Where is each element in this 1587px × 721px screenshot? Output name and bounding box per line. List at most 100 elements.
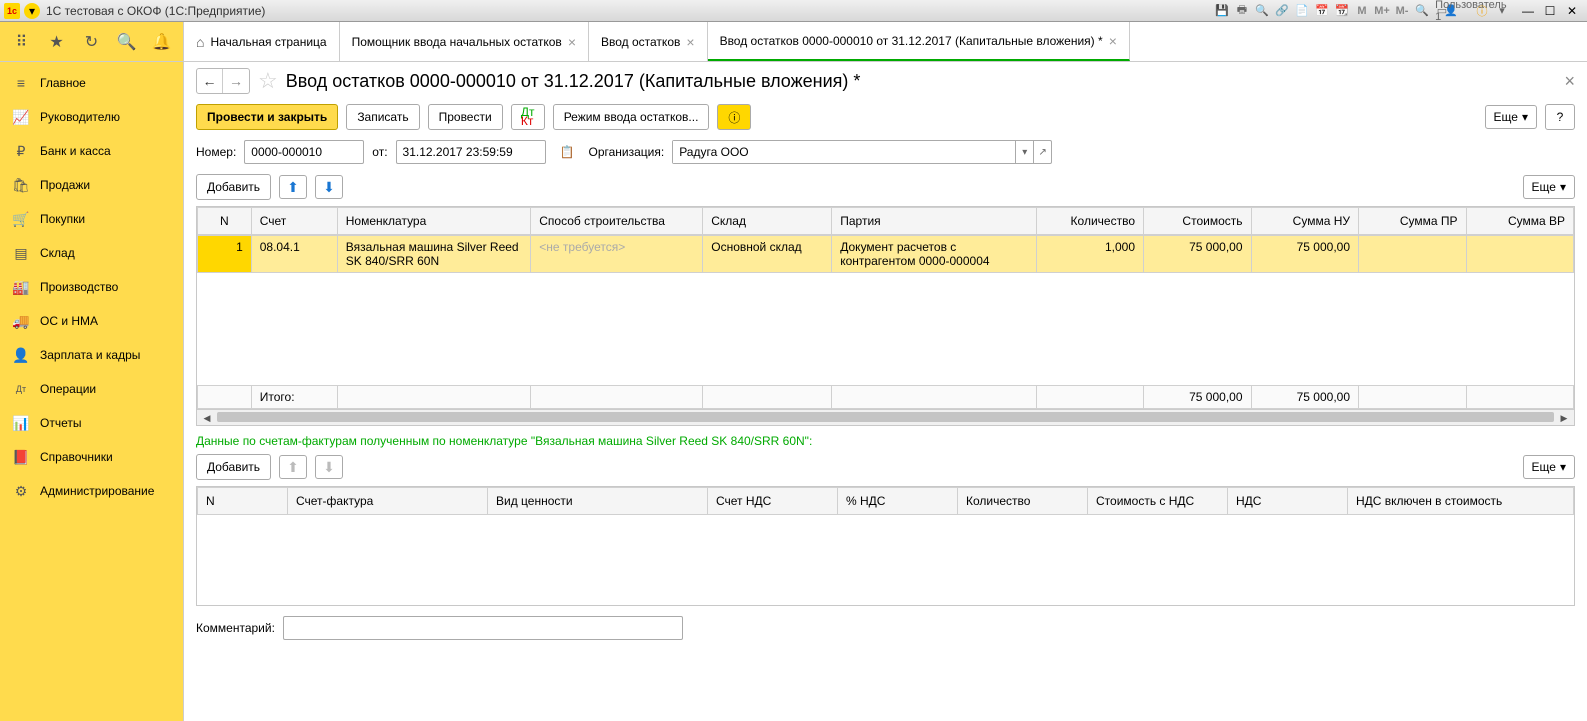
dropdown-icon[interactable]: ▾	[1015, 141, 1033, 163]
tool-icon-save[interactable]: 💾	[1213, 2, 1231, 20]
sidebar-item-purchases[interactable]: 🛒Покупки	[0, 202, 183, 236]
col-sum-nu[interactable]: Сумма НУ	[1251, 208, 1359, 235]
maximize-button[interactable]: ☐	[1539, 3, 1561, 19]
col-qty[interactable]: Количество	[1036, 208, 1144, 235]
user-label[interactable]: 👤 Пользователь 1	[1453, 2, 1471, 20]
org-input[interactable]	[673, 141, 1015, 163]
add-row2-button[interactable]: Добавить	[196, 454, 271, 480]
col-construction[interactable]: Способ строительства	[531, 208, 703, 235]
dropdown-icon[interactable]: ▾	[1493, 2, 1511, 20]
tab-close-icon[interactable]: ×	[686, 34, 694, 50]
tool-icon-link[interactable]: 🔗	[1273, 2, 1291, 20]
bell-icon[interactable]: 🔔	[151, 31, 173, 53]
table2-body[interactable]	[197, 515, 1574, 605]
scroll-thumb[interactable]	[217, 412, 1554, 422]
col-account[interactable]: Счет	[251, 208, 337, 235]
col-warehouse[interactable]: Склад	[703, 208, 832, 235]
tool-icon-date[interactable]: 📆	[1333, 2, 1351, 20]
date-input[interactable]	[396, 140, 546, 164]
col2-nds-included[interactable]: НДС включен в стоимость	[1348, 488, 1574, 515]
info-button[interactable]: ⓘ	[717, 104, 751, 130]
sidebar-item-main[interactable]: ≡Главное	[0, 66, 183, 100]
table-body[interactable]: 1 08.04.1 Вязальная машина Silver Reed S…	[197, 235, 1574, 385]
col2-cost-nds[interactable]: Стоимость с НДС	[1088, 488, 1228, 515]
tab-helper[interactable]: Помощник ввода начальных остатков ×	[340, 22, 589, 61]
tab-vvod-ostatkov[interactable]: Ввод остатков ×	[589, 22, 708, 61]
tool-m[interactable]: M	[1353, 2, 1371, 20]
sidebar-item-references[interactable]: 📕Справочники	[0, 440, 183, 474]
sidebar-item-reports[interactable]: 📊Отчеты	[0, 406, 183, 440]
scroll-right-icon[interactable]: ▶	[1556, 410, 1572, 426]
nomer-input[interactable]	[244, 140, 364, 164]
move-down-button[interactable]: ⬇	[315, 175, 343, 199]
search-icon[interactable]: 🔍	[116, 31, 138, 53]
horizontal-scrollbar[interactable]: ◀ ▶	[197, 409, 1574, 425]
tool-icon-doc[interactable]: 📄	[1293, 2, 1311, 20]
tool-icon-calendar[interactable]: 📅	[1313, 2, 1331, 20]
col-cost[interactable]: Стоимость	[1144, 208, 1252, 235]
sidebar-item-production[interactable]: 🏭Производство	[0, 270, 183, 304]
zapisat-button[interactable]: Записать	[346, 104, 419, 130]
close-page-button[interactable]: ×	[1564, 71, 1575, 92]
sidebar-item-warehouse[interactable]: ▤Склад	[0, 236, 183, 270]
col2-nds-pct[interactable]: % НДС	[838, 488, 958, 515]
tab-close-icon[interactable]: ×	[568, 34, 576, 50]
tab-home[interactable]: ⌂ Начальная страница	[184, 22, 340, 61]
dtkt-button[interactable]: ДтКт	[511, 104, 545, 130]
table-more-button[interactable]: Еще▾	[1523, 175, 1575, 199]
apps-icon[interactable]: ⠿	[11, 31, 33, 53]
sidebar-item-manager[interactable]: 📈Руководителю	[0, 100, 183, 134]
tab-document[interactable]: Ввод остатков 0000-000010 от 31.12.2017 …	[708, 22, 1130, 61]
sidebar-item-operations[interactable]: ДтОперации	[0, 372, 183, 406]
move-up2-button[interactable]: ⬆	[279, 455, 307, 479]
col2-value-type[interactable]: Вид ценности	[488, 488, 708, 515]
tool-zoom-icon[interactable]: 🔍	[1413, 2, 1431, 20]
col2-n[interactable]: N	[198, 488, 288, 515]
more-button[interactable]: Еще▾	[1485, 105, 1537, 129]
scroll-left-icon[interactable]: ◀	[199, 410, 215, 426]
close-window-button[interactable]: ✕	[1561, 3, 1583, 19]
forward-button[interactable]: →	[223, 69, 249, 93]
sidebar-item-assets[interactable]: 🚚ОС и НМА	[0, 304, 183, 338]
sidebar-item-bank[interactable]: ₽Банк и касса	[0, 134, 183, 168]
add-row-button[interactable]: Добавить	[196, 174, 271, 200]
move-down2-button[interactable]: ⬇	[315, 455, 343, 479]
comment-input[interactable]	[283, 616, 683, 640]
col-n[interactable]: N	[198, 208, 252, 235]
info-icon[interactable]: ⓘ	[1473, 2, 1491, 20]
col-nomenclature[interactable]: Номенклатура	[337, 208, 531, 235]
calendar-icon[interactable]: 📋	[560, 145, 575, 159]
favorite-star-icon[interactable]: ☆	[258, 68, 278, 94]
sidebar-item-sales[interactable]: 🛍Продажи	[0, 168, 183, 202]
totals-row: Итого: 75 000,00 75 000,00	[198, 386, 1574, 409]
tab-close-icon[interactable]: ×	[1109, 33, 1117, 49]
tool-m-minus[interactable]: M-	[1393, 2, 1411, 20]
favorite-icon[interactable]: ★	[46, 31, 68, 53]
move-up-button[interactable]: ⬆	[279, 175, 307, 199]
back-button[interactable]: ←	[197, 69, 223, 93]
org-select[interactable]: ▾ ↗	[672, 140, 1052, 164]
col2-qty[interactable]: Количество	[958, 488, 1088, 515]
col-batch[interactable]: Партия	[832, 208, 1036, 235]
tool-icon-preview[interactable]: 🔍	[1253, 2, 1271, 20]
col2-nds-account[interactable]: Счет НДС	[708, 488, 838, 515]
open-icon[interactable]: ↗	[1033, 141, 1051, 163]
col-sum-pr[interactable]: Сумма ПР	[1359, 208, 1467, 235]
tool-m-plus[interactable]: M+	[1373, 2, 1391, 20]
sidebar-item-admin[interactable]: ⚙Администрирование	[0, 474, 183, 508]
tool-icon-print[interactable]: 🖶	[1233, 2, 1251, 20]
history-icon[interactable]: ↻	[81, 31, 103, 53]
help-button[interactable]: ?	[1545, 104, 1575, 130]
table-row[interactable]: 1 08.04.1 Вязальная машина Silver Reed S…	[198, 236, 1574, 273]
col2-invoice[interactable]: Счет-фактура	[288, 488, 488, 515]
cell-construction: <не требуется>	[531, 236, 703, 273]
minimize-button[interactable]: —	[1517, 3, 1539, 19]
col2-nds[interactable]: НДС	[1228, 488, 1348, 515]
provesti-zakryt-button[interactable]: Провести и закрыть	[196, 104, 338, 130]
rezhim-button[interactable]: Режим ввода остатков...	[553, 104, 710, 130]
col-sum-vr[interactable]: Сумма ВР	[1466, 208, 1574, 235]
sidebar-item-hr[interactable]: 👤Зарплата и кадры	[0, 338, 183, 372]
table2-more-button[interactable]: Еще▾	[1523, 455, 1575, 479]
app-menu-dropdown[interactable]: ▾	[24, 3, 40, 19]
provesti-button[interactable]: Провести	[428, 104, 503, 130]
